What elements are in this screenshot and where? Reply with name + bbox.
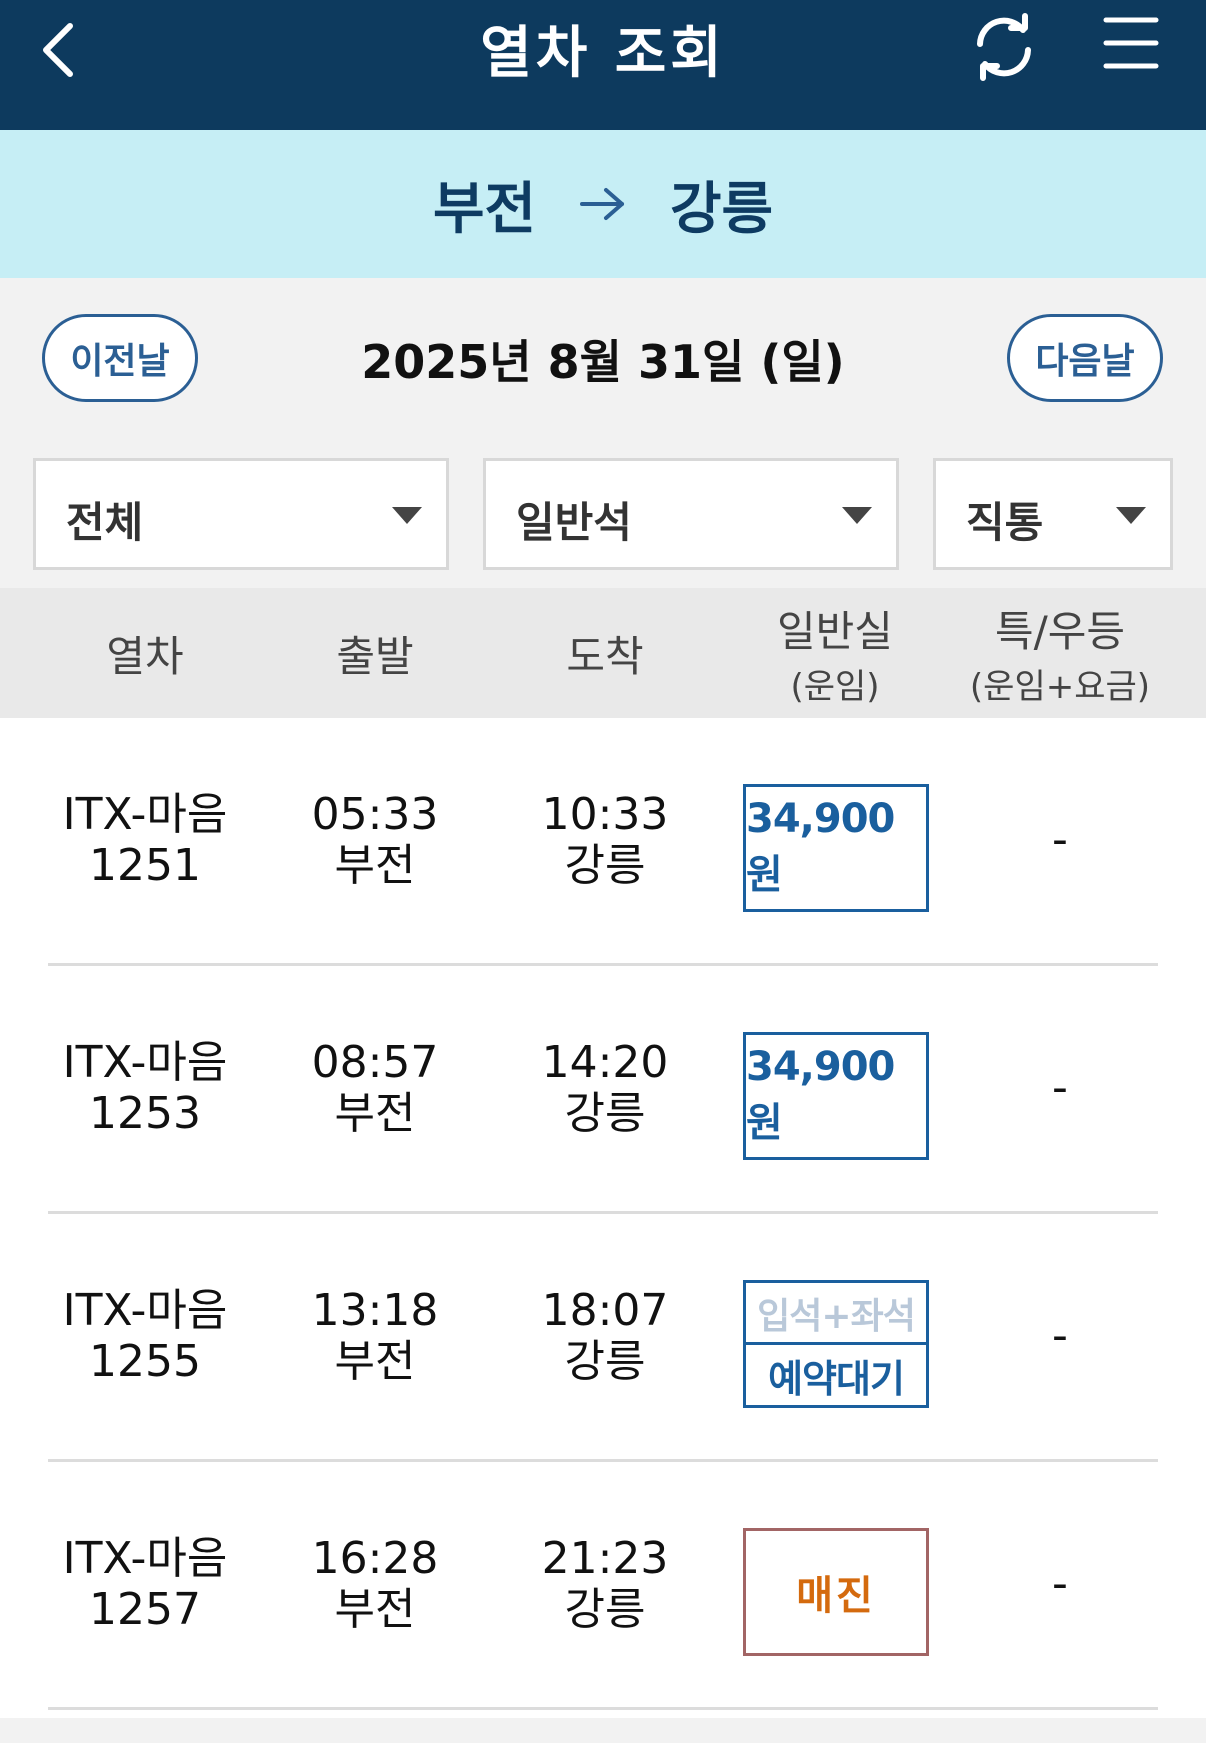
table-row: ITX-마음 1251 05:33 부전 10:33 강릉 34,900원 - [0, 718, 1206, 966]
table-row: ITX-마음 1255 13:18 부전 18:07 강릉 입석+좌석 예약대기… [0, 1214, 1206, 1462]
special-fare: - [1052, 1558, 1068, 1610]
arrival-time: 21:23 [541, 1532, 669, 1584]
menu-button[interactable] [1100, 12, 1162, 74]
arrival-station-name: 강릉 [564, 1087, 646, 1139]
train-cell[interactable]: ITX-마음 1253 [45, 966, 245, 1211]
departure-cell: 05:33 부전 [270, 718, 480, 963]
train-type-value: 전체 [66, 498, 144, 547]
arrival-cell: 14:20 강릉 [500, 966, 710, 1211]
table-header: 열차 출발 도착 일반실 (운임) 특/우등 (운임+요금) [0, 588, 1206, 718]
train-number: 1251 [89, 839, 201, 891]
seat-class-value: 일반석 [516, 498, 632, 547]
train-name: ITX-마음 [62, 788, 228, 840]
header-general: 일반실 (운임) [777, 607, 893, 707]
special-fare: - [1052, 1310, 1068, 1362]
bottom-strip [0, 1718, 1206, 1743]
route-type-value: 직통 [966, 498, 1044, 547]
train-cell[interactable]: ITX-마음 1257 [45, 1462, 245, 1707]
train-name: ITX-마음 [62, 1532, 228, 1584]
route-type-select[interactable]: 직통 [933, 458, 1173, 570]
arrival-station-name: 강릉 [564, 1583, 646, 1635]
departure-time: 16:28 [311, 1532, 439, 1584]
arrival-cell: 18:07 강릉 [500, 1214, 710, 1459]
waitlist-button[interactable]: 입석+좌석 예약대기 [743, 1280, 929, 1408]
caret-down-icon [1116, 507, 1146, 524]
train-name: ITX-마음 [62, 1284, 228, 1336]
header-departure: 출발 [336, 631, 414, 681]
next-day-button[interactable]: 다음날 [1007, 314, 1163, 402]
caret-down-icon [392, 507, 422, 524]
caret-down-icon [842, 507, 872, 524]
waitlist-label: 예약대기 [768, 1356, 905, 1401]
departure-cell: 13:18 부전 [270, 1214, 480, 1459]
departure-time: 13:18 [311, 1284, 439, 1336]
train-name: ITX-마음 [62, 1036, 228, 1088]
header-arrival: 도착 [566, 631, 644, 681]
header-train: 열차 [106, 631, 184, 681]
departure-station-name: 부전 [334, 839, 416, 891]
train-cell[interactable]: ITX-마음 1255 [45, 1214, 245, 1459]
header-special: 특/우등 (운임+요금) [969, 607, 1151, 707]
special-fare: - [1052, 1062, 1068, 1114]
arrival-time: 14:20 [541, 1036, 669, 1088]
arrival-station-name: 강릉 [564, 839, 646, 891]
train-number: 1253 [89, 1087, 201, 1139]
table-row: ITX-마음 1253 08:57 부전 14:20 강릉 34,900원 - [0, 966, 1206, 1214]
train-number: 1257 [89, 1583, 201, 1635]
route-banner: 부전 강릉 [0, 130, 1206, 278]
departure-station: 부전 [432, 176, 536, 242]
arrival-cell: 10:33 강릉 [500, 718, 710, 963]
train-cell[interactable]: ITX-마음 1251 [45, 718, 245, 963]
train-type-select[interactable]: 전체 [33, 458, 449, 570]
arrival-time: 10:33 [541, 788, 669, 840]
departure-cell: 16:28 부전 [270, 1462, 480, 1707]
departure-station-name: 부전 [334, 1335, 416, 1387]
departure-station-name: 부전 [334, 1087, 416, 1139]
table-row: ITX-마음 1257 16:28 부전 21:23 강릉 매진 - [0, 1462, 1206, 1710]
hamburger-menu-icon [1103, 17, 1159, 69]
arrival-station-name: 강릉 [564, 1335, 646, 1387]
departure-time: 05:33 [311, 788, 439, 840]
seat-class-select[interactable]: 일반석 [483, 458, 899, 570]
arrow-right-icon [580, 188, 624, 220]
train-number: 1255 [89, 1335, 201, 1387]
arrival-time: 18:07 [541, 1284, 669, 1336]
row-divider [48, 1707, 1158, 1710]
departure-cell: 08:57 부전 [270, 966, 480, 1211]
refresh-button[interactable] [965, 8, 1043, 86]
sold-out-badge: 매진 [743, 1528, 929, 1656]
departure-station-name: 부전 [334, 1583, 416, 1635]
refresh-icon [977, 13, 1031, 81]
departure-time: 08:57 [311, 1036, 439, 1088]
date-filter-area: 이전날 2025년 8월 31일 (일) 다음날 전체 일반석 직통 [0, 278, 1206, 588]
standing-seat-label: 입석+좌석 [746, 1283, 926, 1345]
app-header: 열차 조회 [0, 0, 1206, 130]
fare-button[interactable]: 34,900원 [743, 1032, 929, 1160]
arrival-cell: 21:23 강릉 [500, 1462, 710, 1707]
fare-button[interactable]: 34,900원 [743, 784, 929, 912]
special-fare: - [1052, 814, 1068, 866]
arrival-station: 강릉 [670, 176, 774, 242]
